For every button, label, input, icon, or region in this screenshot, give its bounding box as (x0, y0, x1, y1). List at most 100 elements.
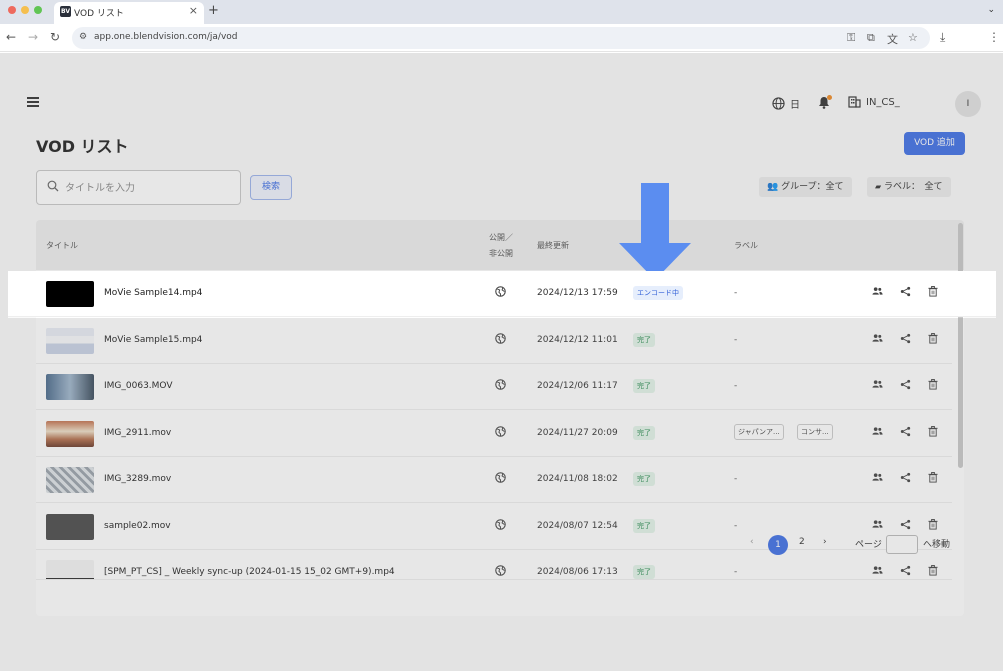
notification-button[interactable] (818, 95, 832, 112)
tab-search-chevron-icon[interactable]: ⌄ (987, 5, 995, 15)
status-badge: 完了 (633, 472, 655, 486)
label-filter-button[interactable]: ▰ ラベル： 全て (867, 177, 951, 197)
updated-date: 2024/08/06 17:13 (537, 567, 618, 577)
tab-close-icon[interactable]: × (189, 4, 198, 17)
trash-icon[interactable] (928, 472, 938, 486)
trash-icon[interactable] (928, 519, 938, 533)
add-vod-button[interactable]: VOD 追加 (904, 132, 965, 155)
table-row[interactable]: [SPM_PT_CS] _ Weekly sync-up (2024-01-15… (36, 550, 952, 580)
group-access-icon[interactable] (872, 565, 883, 578)
share-icon[interactable] (900, 286, 911, 300)
table-row[interactable]: IMG_2911.mov 2024/11/27 20:09 完了 ジャパンア... コン… (36, 411, 952, 457)
label-filter-label: ラベル： 全て (884, 182, 943, 192)
table-row[interactable]: IMG_0063.MOV 2024/12/06 11:17 完了 - (36, 364, 952, 410)
page-1-button[interactable]: 1 (768, 535, 788, 555)
label-empty: - (734, 335, 738, 345)
maximize-window-button[interactable] (34, 6, 42, 14)
prev-page-button[interactable]: ‹ (750, 537, 754, 547)
scrollbar-thumb[interactable] (958, 223, 963, 468)
header-updated: 最終更新 (537, 241, 569, 250)
group-access-icon[interactable] (872, 519, 883, 532)
public-globe-icon (495, 286, 506, 300)
label-empty: - (734, 381, 738, 391)
trash-icon[interactable] (928, 426, 938, 440)
share-icon[interactable] (900, 333, 911, 347)
building-icon (848, 96, 861, 108)
forward-arrow-icon[interactable]: → (28, 30, 38, 44)
label-empty: - (734, 521, 738, 531)
download-icon[interactable]: ⤓ (940, 30, 945, 44)
minimize-window-button[interactable] (21, 6, 29, 14)
new-tab-button[interactable]: + (208, 3, 219, 18)
share-icon[interactable] (900, 426, 911, 440)
video-thumbnail[interactable] (46, 374, 94, 400)
url-text: app.one.blendvision.com/ja/vod (94, 32, 238, 42)
next-page-button[interactable]: › (823, 537, 827, 547)
updated-date: 2024/11/27 20:09 (537, 428, 618, 438)
video-thumbnail[interactable] (46, 560, 94, 579)
bookmark-star-icon[interactable]: ☆ (908, 31, 918, 44)
menu-icon[interactable] (27, 97, 39, 107)
translate-icon[interactable]: 文 (887, 31, 898, 47)
table-row[interactable]: MoVie Sample14.mp4 2024/12/13 17:59 エンコード中… (8, 271, 996, 317)
group-access-icon[interactable] (872, 426, 883, 439)
public-globe-icon (495, 519, 506, 533)
share-icon[interactable] (900, 519, 911, 533)
trash-icon[interactable] (928, 565, 938, 579)
back-arrow-icon[interactable]: ← (6, 30, 16, 44)
status-badge: エンコード中 (633, 286, 683, 300)
install-app-icon[interactable]: ⧉ (867, 31, 875, 45)
video-thumbnail[interactable] (46, 514, 94, 540)
video-title[interactable]: sample02.mov (104, 521, 171, 531)
status-badge: 完了 (633, 333, 655, 347)
video-thumbnail[interactable] (46, 281, 94, 307)
browser-navbar: ← → ↻ ⚙ app.one.blendvision.com/ja/vod ⚿… (0, 24, 1003, 52)
video-title[interactable]: MoVie Sample14.mp4 (104, 288, 202, 298)
search-button[interactable]: 検索 (250, 175, 292, 200)
group-access-icon[interactable] (872, 472, 883, 485)
browser-menu-icon[interactable]: ⋮ (988, 30, 1000, 44)
video-title[interactable]: IMG_0063.MOV (104, 381, 173, 391)
table-row[interactable]: sample02.mov 2024/08/07 12:54 完了 - (36, 504, 952, 550)
group-access-icon[interactable] (872, 333, 883, 346)
user-avatar[interactable]: I (955, 91, 981, 117)
video-title[interactable]: IMG_3289.mov (104, 474, 171, 484)
group-access-icon[interactable] (872, 286, 883, 299)
close-window-button[interactable] (8, 6, 16, 14)
search-icon (47, 180, 59, 195)
trash-icon[interactable] (928, 333, 938, 347)
status-badge: 完了 (633, 426, 655, 440)
language-selector[interactable]: 日 (772, 96, 800, 111)
globe-icon (772, 97, 785, 110)
video-title[interactable]: [SPM_PT_CS] _ Weekly sync-up (2024-01-15… (104, 567, 395, 577)
org-selector[interactable]: IN_CS_ (848, 96, 900, 108)
video-title[interactable]: MoVie Sample15.mp4 (104, 335, 202, 345)
key-icon[interactable]: ⚿ (847, 31, 855, 45)
page-2-button[interactable]: 2 (799, 537, 805, 547)
browser-tab[interactable]: BV VOD リスト × (54, 2, 204, 24)
table-row[interactable]: IMG_3289.mov 2024/11/08 18:02 完了 - (36, 457, 952, 503)
video-thumbnail[interactable] (46, 421, 94, 447)
table-row[interactable]: MoVie Sample15.mp4 2024/12/12 11:01 完了 - (36, 318, 952, 364)
video-thumbnail[interactable] (46, 328, 94, 354)
share-icon[interactable] (900, 379, 911, 393)
trash-icon[interactable] (928, 286, 938, 300)
search-input[interactable] (65, 179, 235, 197)
tag-icon: ▰ (875, 182, 882, 191)
trash-icon[interactable] (928, 379, 938, 393)
site-settings-icon[interactable]: ⚙ (79, 32, 87, 42)
group-access-icon[interactable] (872, 379, 883, 392)
video-thumbnail[interactable] (46, 467, 94, 493)
reload-icon[interactable]: ↻ (50, 30, 60, 44)
public-globe-icon (495, 426, 506, 440)
video-title[interactable]: IMG_2911.mov (104, 428, 171, 438)
header-public-line2: 非公開 (489, 249, 513, 258)
label-chip: ジャパンア... (734, 424, 784, 440)
share-icon[interactable] (900, 472, 911, 486)
share-icon[interactable] (900, 565, 911, 579)
header-public-line1: 公開／ (489, 233, 513, 242)
address-bar[interactable]: ⚙ app.one.blendvision.com/ja/vod ⚿ ⧉ 文 ☆ (72, 27, 930, 49)
page-jump-input[interactable] (886, 535, 918, 554)
group-filter-button[interactable]: 👥 グループ：全て (759, 177, 852, 197)
header-label: ラベル (734, 241, 758, 250)
